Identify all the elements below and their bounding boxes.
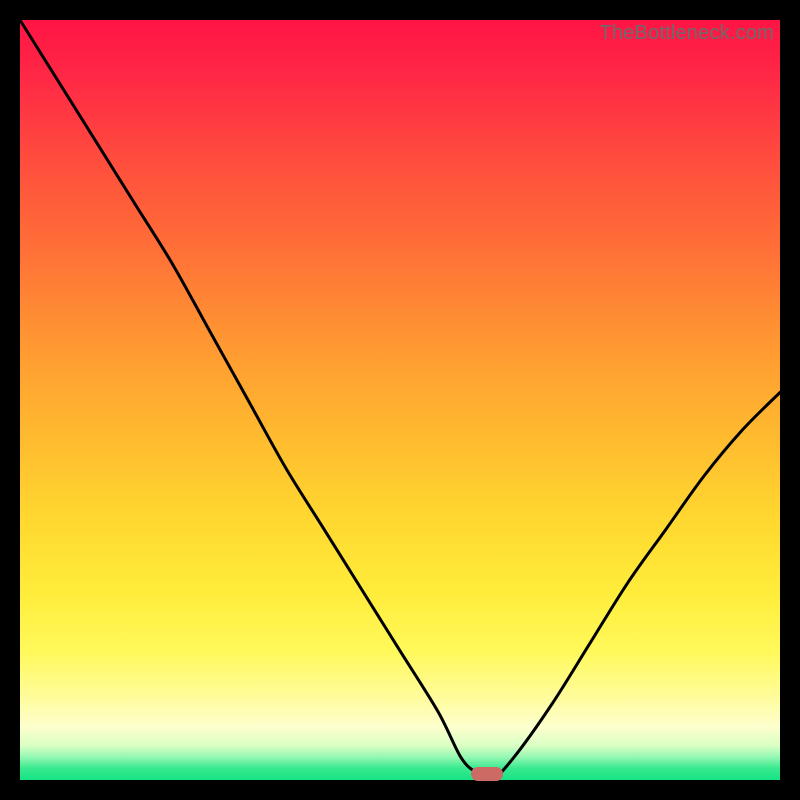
bottleneck-curve bbox=[20, 20, 780, 780]
optimal-marker bbox=[471, 767, 503, 781]
chart-frame: TheBottleneck.com bbox=[0, 0, 800, 800]
plot-area: TheBottleneck.com bbox=[20, 20, 780, 780]
curve-path bbox=[20, 20, 780, 781]
